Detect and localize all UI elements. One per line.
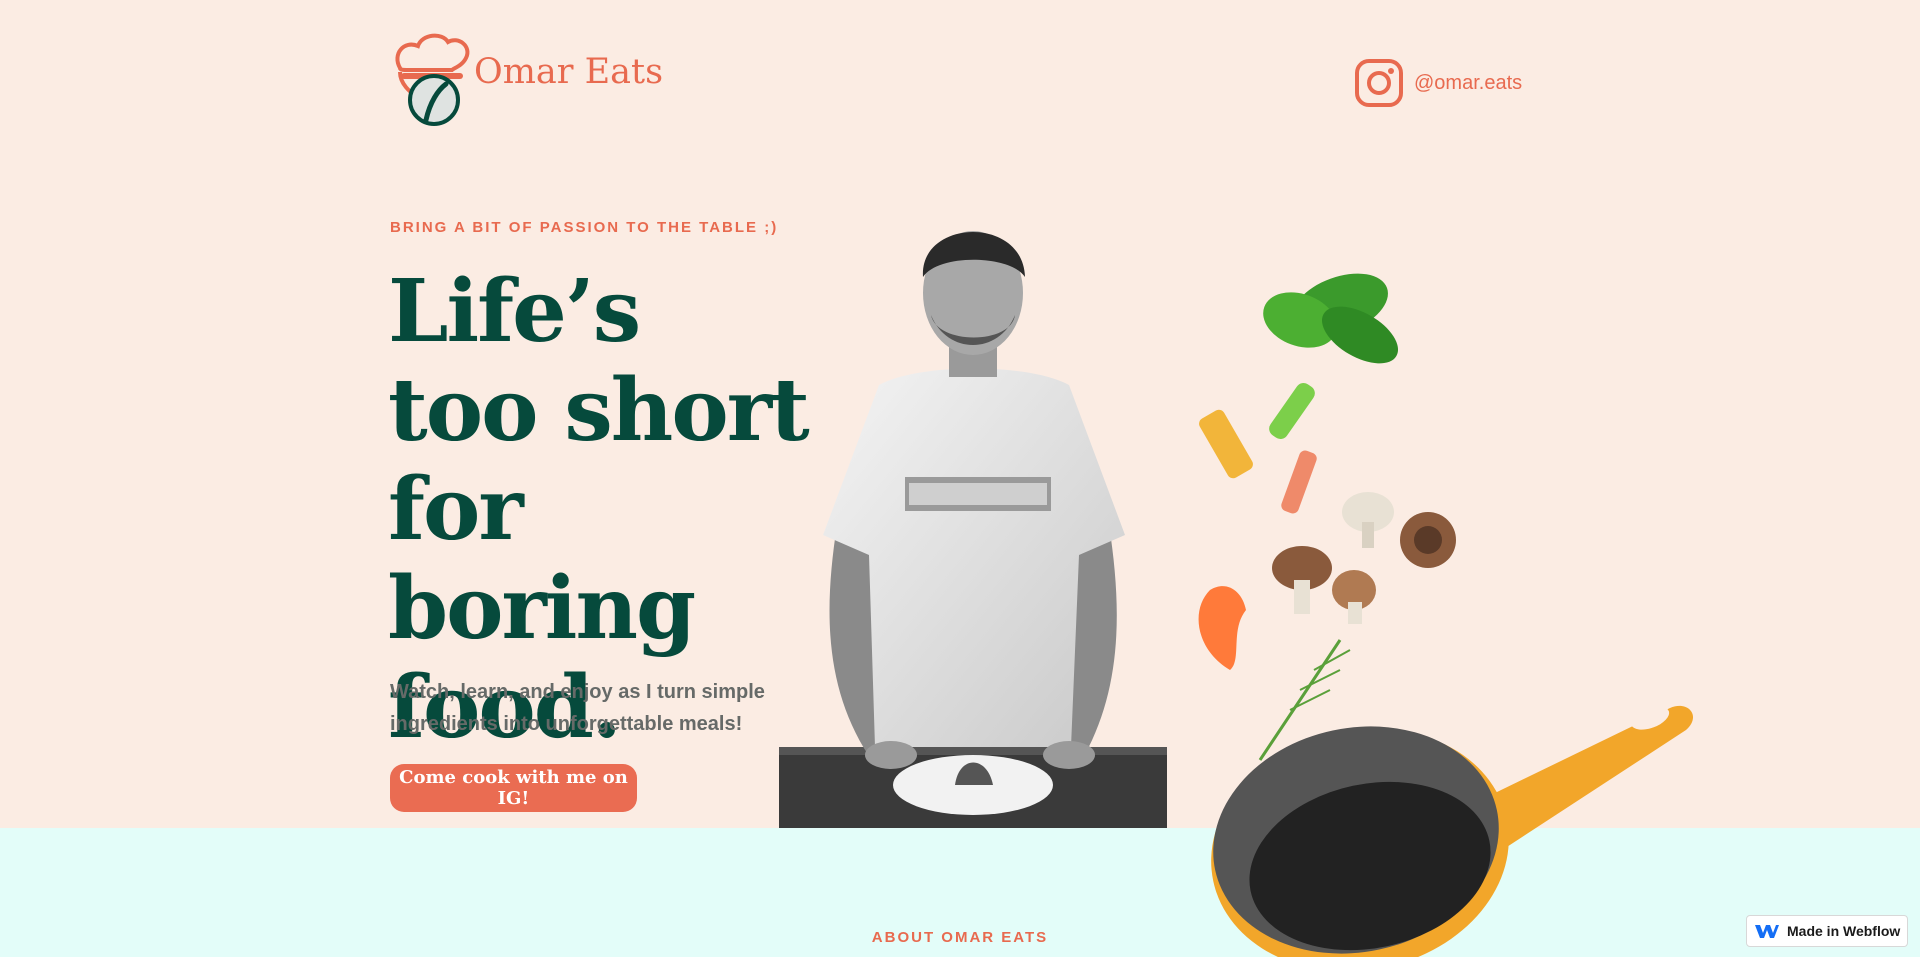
hero-kicker: BRING A BIT OF PASSION TO THE TABLE ;) bbox=[390, 219, 779, 236]
cta-button[interactable]: Come cook with me on IG! bbox=[390, 764, 637, 812]
instagram-link[interactable]: @omar.eats bbox=[1354, 58, 1522, 108]
webflow-badge-label: Made in Webflow bbox=[1787, 923, 1901, 939]
hero-subcopy: Watch, learn, and enjoy as I turn simple… bbox=[390, 681, 765, 735]
frying-pan-illustration bbox=[1211, 705, 1694, 957]
made-in-webflow-badge[interactable]: Made in Webflow bbox=[1746, 915, 1908, 947]
about-heading: ABOUT OMAR EATS bbox=[871, 929, 1049, 946]
instagram-handle[interactable]: @omar.eats bbox=[1414, 72, 1522, 95]
instagram-icon[interactable] bbox=[1354, 58, 1404, 108]
webflow-icon bbox=[1755, 925, 1779, 938]
chef-portrait-image bbox=[779, 231, 1167, 828]
brand-name[interactable]: Omar Eats bbox=[474, 52, 663, 92]
